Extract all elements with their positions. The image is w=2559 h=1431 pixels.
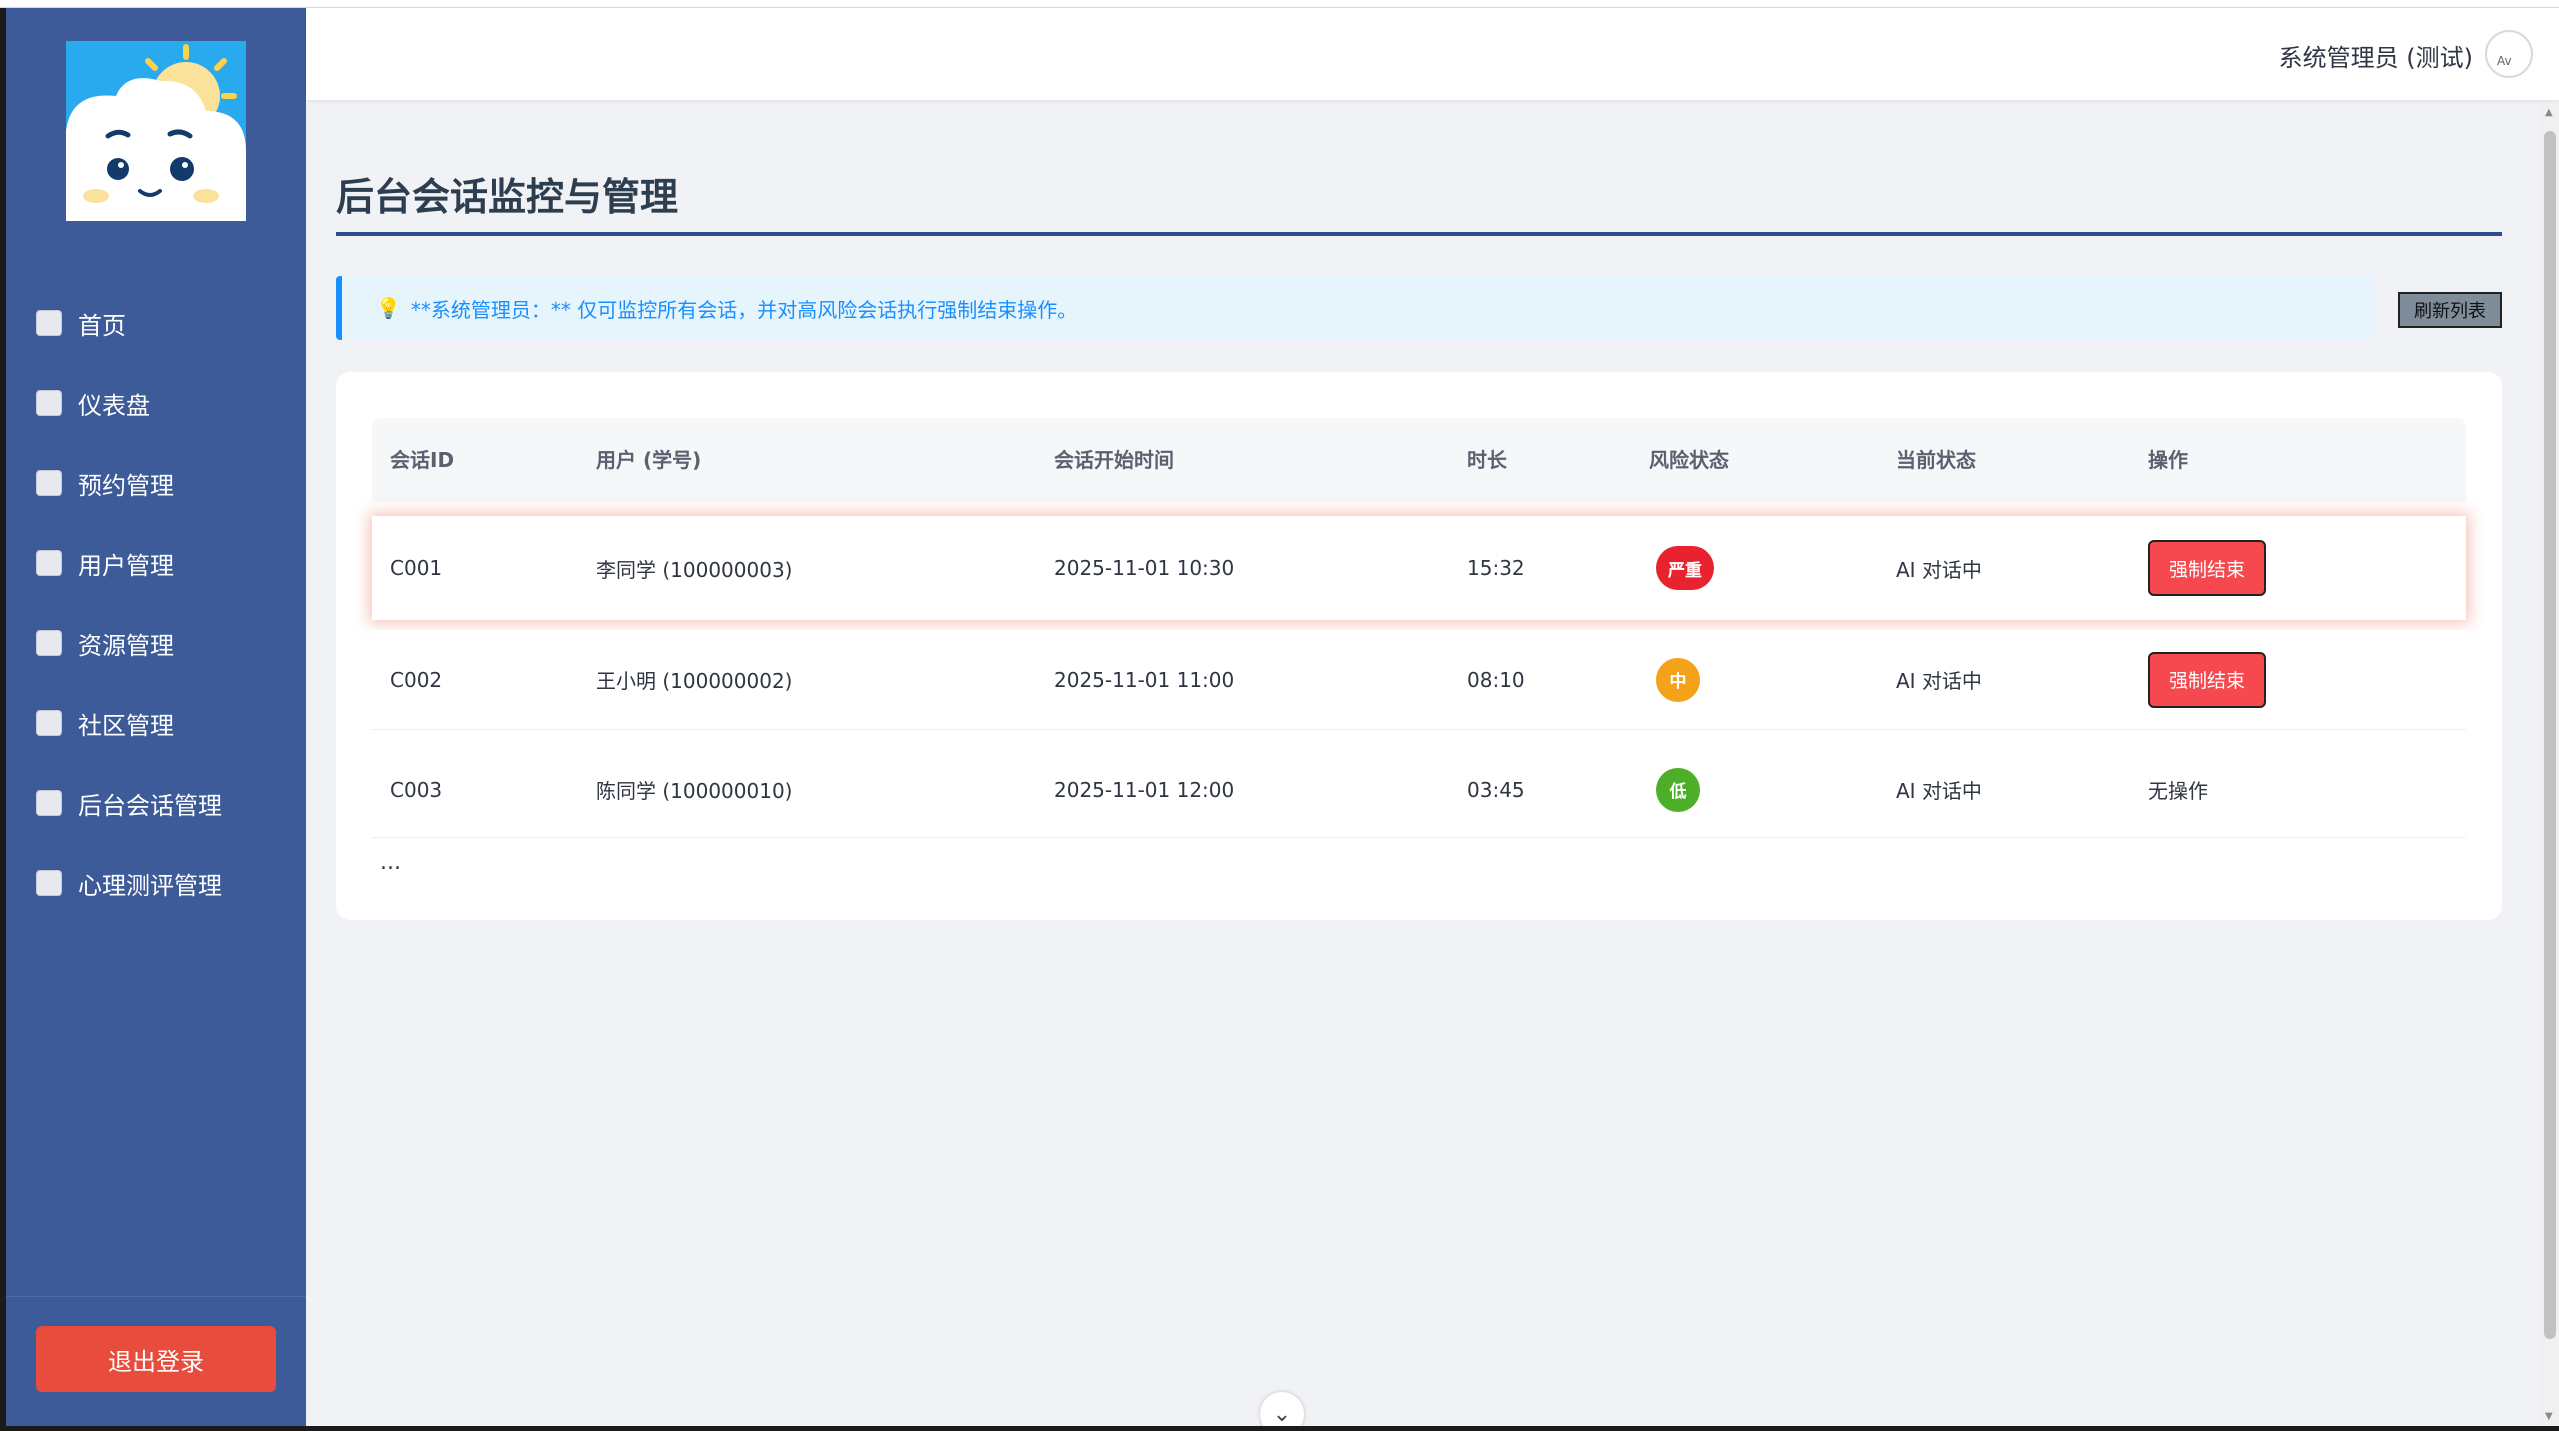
column-header-duration: 时长	[1467, 448, 1507, 472]
risk-cell: 严重	[1656, 516, 1714, 620]
sessions-table-card: 会话ID 用户 (学号) 会话开始时间 时长 风险状态 当前状态 操作 C001…	[336, 372, 2502, 920]
column-header-action: 操作	[2148, 448, 2188, 472]
lightbulb-icon: 💡	[376, 296, 401, 320]
table-row: C003 陈同学 (100000010) 2025-11-01 12:00 03…	[372, 742, 2466, 838]
scrollbar-thumb[interactable]	[2544, 131, 2556, 1339]
table-header: 会话ID 用户 (学号) 会话开始时间 时长 风险状态 当前状态 操作	[372, 418, 2466, 502]
sidebar-item-dashboard[interactable]: 仪表盘	[6, 363, 306, 443]
sidebar-item-sessions[interactable]: 后台会话管理	[6, 763, 306, 843]
nav-checkbox-icon	[36, 470, 62, 496]
sidebar-item-home[interactable]: 首页	[6, 283, 306, 363]
more-rows-indicator: ...	[380, 850, 401, 875]
start-time-cell: 2025-11-01 12:00	[1054, 777, 1235, 802]
user-name[interactable]: 系统管理员 (测试)	[2279, 38, 2473, 73]
risk-cell: 低	[1656, 742, 1700, 837]
duration-cell: 08:10	[1467, 667, 1525, 692]
nav-checkbox-icon	[36, 790, 62, 816]
scroll-up-icon[interactable]: ▲	[2545, 107, 2553, 118]
sidebar-item-appointments[interactable]: 预约管理	[6, 443, 306, 523]
risk-badge: 中	[1656, 657, 1700, 702]
scroll-down-icon[interactable]: ▼	[2545, 1411, 2553, 1422]
scrollbar[interactable]: ▲ ▼	[2541, 103, 2559, 1426]
column-header-start-time: 会话开始时间	[1054, 448, 1174, 472]
sidebar-item-label: 资源管理	[78, 631, 174, 660]
column-header-session-id: 会话ID	[390, 448, 455, 472]
logout-button[interactable]: 退出登录	[36, 1326, 276, 1392]
top-header: 系统管理员 (测试) Av	[306, 8, 2559, 100]
cloud-mascot-icon	[66, 41, 246, 221]
nav-checkbox-icon	[36, 550, 62, 576]
sidebar-item-community[interactable]: 社区管理	[6, 683, 306, 763]
sidebar-item-assessment[interactable]: 心理测评管理	[6, 843, 306, 923]
user-cell: 李同学 (100000003)	[596, 557, 793, 582]
start-time-cell: 2025-11-01 11:00	[1054, 667, 1235, 692]
sidebar-nav: 首页 仪表盘 预约管理 用户管理 资源管理 社区管理 后台会话管理 心理测评管理	[6, 283, 306, 923]
column-header-status: 当前状态	[1896, 448, 1976, 472]
nav-checkbox-icon	[36, 310, 62, 336]
user-cell: 陈同学 (100000010)	[596, 779, 793, 803]
sidebar-item-label: 心理测评管理	[78, 871, 222, 900]
nav-checkbox-icon	[36, 630, 62, 656]
column-header-risk: 风险状态	[1649, 448, 1729, 472]
sidebar-item-label: 后台会话管理	[78, 791, 222, 820]
app-frame: 首页 仪表盘 预约管理 用户管理 资源管理 社区管理 后台会话管理 心理测评管理…	[6, 8, 2559, 1426]
start-time-cell: 2025-11-01 10:30	[1054, 556, 1235, 580]
refresh-list-button[interactable]: 刷新列表	[2398, 292, 2502, 328]
nav-checkbox-icon	[36, 710, 62, 736]
browser-top-strip	[0, 0, 2559, 8]
force-end-button[interactable]: 强制结束	[2148, 651, 2266, 708]
sidebar-item-resources[interactable]: 资源管理	[6, 603, 306, 683]
user-cell: 王小明 (100000002)	[596, 669, 793, 693]
page-title: 后台会话监控与管理	[336, 175, 679, 219]
sidebar-item-label: 仪表盘	[78, 391, 150, 420]
status-cell: AI 对话中	[1896, 779, 1982, 803]
session-id-cell: C003	[390, 777, 443, 802]
sidebar-item-label: 社区管理	[78, 711, 174, 740]
duration-cell: 03:45	[1467, 777, 1525, 802]
force-end-button[interactable]: 强制结束	[2148, 540, 2266, 596]
action-cell: 强制结束	[2148, 630, 2266, 729]
table-row: C001 李同学 (100000003) 2025-11-01 10:30 15…	[372, 516, 2466, 620]
sidebar: 首页 仪表盘 预约管理 用户管理 资源管理 社区管理 后台会话管理 心理测评管理…	[6, 8, 306, 1426]
table-row: C002 王小明 (100000002) 2025-11-01 11:00 08…	[372, 630, 2466, 730]
sidebar-item-users[interactable]: 用户管理	[6, 523, 306, 603]
column-header-user: 用户 (学号)	[596, 448, 702, 472]
logo	[66, 41, 246, 221]
sidebar-item-label: 首页	[78, 311, 126, 340]
avatar-alt-text: Av	[2497, 54, 2512, 68]
risk-badge: 严重	[1656, 546, 1714, 590]
avatar[interactable]: Av	[2485, 30, 2533, 78]
nav-checkbox-icon	[36, 870, 62, 896]
action-cell: 强制结束	[2148, 516, 2266, 620]
notice-text: **系统管理员：** 仅可监控所有会话，并对高风险会话执行强制结束操作。	[410, 297, 1078, 322]
sidebar-item-label: 用户管理	[78, 551, 174, 580]
chevron-down-icon[interactable]: ⌄	[1260, 1392, 1304, 1426]
info-notice: 💡 **系统管理员：** 仅可监控所有会话，并对高风险会话执行强制结束操作。	[336, 276, 2374, 340]
session-id-cell: C001	[390, 556, 443, 580]
duration-cell: 15:32	[1467, 556, 1525, 580]
sidebar-item-label: 预约管理	[78, 471, 174, 500]
title-divider	[336, 232, 2502, 236]
action-cell: 无操作	[2148, 779, 2208, 803]
risk-badge: 低	[1656, 767, 1700, 812]
nav-checkbox-icon	[36, 390, 62, 416]
status-cell: AI 对话中	[1896, 669, 1982, 693]
sidebar-divider	[6, 1296, 306, 1297]
risk-cell: 中	[1656, 630, 1700, 729]
session-id-cell: C002	[390, 667, 443, 692]
status-cell: AI 对话中	[1896, 557, 1982, 582]
